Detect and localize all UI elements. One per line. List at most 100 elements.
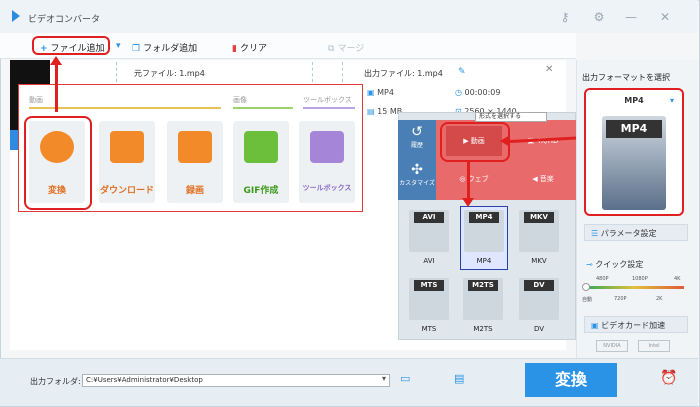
format-m2ts[interactable]: M2TS M2TS <box>460 278 506 336</box>
history-category[interactable]: ↺ 履歴 <box>398 124 436 149</box>
dv-tag: DV <box>524 280 554 291</box>
output-path-field[interactable]: C:¥Users¥Administrator¥Desktop <box>82 374 390 387</box>
app-title: ビデオコンバータ <box>28 15 101 25</box>
plus-icon: + <box>40 44 48 54</box>
custom-label: カスタマイズ <box>399 180 435 187</box>
m2ts-tag: M2TS <box>468 280 498 291</box>
mkv-label: MKV <box>531 257 547 265</box>
mts-tag: MTS <box>414 280 444 291</box>
convert-button[interactable]: 変換 <box>525 363 617 397</box>
output-format-selector[interactable]: MP4 ▾ MP4 <box>584 88 684 216</box>
add-folder-button[interactable]: ❐ フォルダ追加 <box>132 41 197 54</box>
toolbox-icon <box>310 131 344 163</box>
divider <box>116 62 117 82</box>
menu-header-video: 動画 <box>29 96 43 104</box>
format-value: MP4 <box>377 88 394 97</box>
header-underline <box>303 107 355 109</box>
intel-badge: Intel <box>638 340 670 352</box>
edit-icon[interactable]: ✎ <box>458 67 466 77</box>
selected-format-tag: MP4 <box>606 120 662 138</box>
download-tile[interactable]: ダウンロード <box>99 121 155 203</box>
mkv-tag: MKV <box>524 212 554 223</box>
source-file-name: 元ファイル: 1.mp4 <box>134 69 205 78</box>
music-type-label: 音楽 <box>539 175 554 183</box>
avi-label: AVI <box>423 257 435 265</box>
duration-value: 00:00:09 <box>464 88 501 97</box>
gpu-label: ビデオカード加速 <box>601 321 666 330</box>
output-file-name: 出力ファイル: 1.mp4 <box>364 69 443 78</box>
select-format-tooltip: 形式を選択する <box>475 112 547 122</box>
annotation-arrow <box>55 62 58 112</box>
parameter-settings-button[interactable]: ☰ パラメータ設定 <box>584 224 688 241</box>
clear-label: クリア <box>239 44 267 54</box>
record-tile-label: 録画 <box>185 186 204 196</box>
output-folder-label: 出力フォルダ: <box>30 377 81 386</box>
mp4-label: MP4 <box>476 257 492 265</box>
annotation-arrowhead <box>462 198 474 207</box>
quality-slider[interactable] <box>584 286 684 289</box>
settings-icon[interactable]: ⚙ <box>592 10 606 24</box>
annotation-box <box>24 116 92 210</box>
divider <box>342 62 343 82</box>
toolbox-tile[interactable]: ツールボックス <box>299 121 355 203</box>
annotation-arrowhead <box>500 135 510 147</box>
output-format-heading: 出力フォーマットを選択 <box>582 73 670 82</box>
dv-label: DV <box>533 325 545 333</box>
merge-label: マージ <box>337 44 365 54</box>
annotation-arrowhead <box>50 56 62 65</box>
tick-label: 480P <box>596 276 609 282</box>
format-dv[interactable]: DV DV <box>516 278 562 336</box>
format-mkv[interactable]: MKV MKV <box>516 210 562 268</box>
mts-label: MTS <box>421 325 437 333</box>
minimize-icon[interactable]: — <box>624 10 638 24</box>
chevron-down-icon[interactable]: ▾ <box>382 374 386 383</box>
format-avi[interactable]: AVI AVI <box>406 210 452 268</box>
close-icon[interactable]: ✕ <box>658 10 672 24</box>
mp4-large-icon: MP4 <box>602 116 666 210</box>
tick-label: 1080P <box>632 276 648 282</box>
gpu-acceleration[interactable]: ▣ ビデオカード加速 <box>584 316 688 333</box>
header-underline <box>233 107 293 109</box>
browse-folder-icon[interactable]: ▤ <box>454 372 464 385</box>
tick-label: 2K <box>656 296 663 302</box>
download-icon <box>110 131 144 163</box>
add-file-dropdown-icon[interactable]: ▾ <box>116 41 121 51</box>
menu-header-image: 画像 <box>233 96 247 104</box>
history-label: 履歴 <box>410 142 423 149</box>
alarm-clock-icon[interactable]: ⏰ <box>660 370 677 386</box>
tick-label: 自動 <box>582 297 593 303</box>
avi-tag: AVI <box>414 212 444 223</box>
open-folder-icon[interactable]: ▭ <box>400 372 410 385</box>
size-icon: ▤ <box>367 107 378 116</box>
app-logo-icon <box>12 10 20 22</box>
history-icon: ↺ <box>411 124 423 140</box>
m2ts-icon: M2TS <box>463 278 503 320</box>
web-type-button[interactable]: ◎ ウェブ <box>446 164 502 194</box>
remove-file-icon[interactable]: ✕ <box>545 64 553 75</box>
add-file-button[interactable]: + ファイル追加 <box>40 41 105 54</box>
slider-handle[interactable] <box>582 283 590 291</box>
m2ts-label: M2TS <box>473 325 493 333</box>
download-tile-label: ダウンロード <box>99 186 154 196</box>
clear-button[interactable]: ▮ クリア <box>232 41 267 54</box>
avi-icon: AVI <box>409 210 449 252</box>
output-size: ▤ 15 MB <box>367 107 402 116</box>
chevron-down-icon: ▾ <box>670 96 675 105</box>
menu-header-toolbox: ツールボックス <box>303 96 352 104</box>
annotation-arrow <box>467 162 470 200</box>
gif-tile[interactable]: GIF作成 <box>233 121 289 203</box>
divider <box>312 62 313 82</box>
clock-icon: ◷ <box>455 88 465 97</box>
custom-category[interactable]: ✣ カスタマイズ <box>398 162 436 187</box>
folder-icon: ❐ <box>132 44 141 54</box>
music-type-button[interactable]: ◀ 音楽 <box>512 164 574 194</box>
output-duration: ◷ 00:00:09 <box>455 88 500 97</box>
merge-icon: ⧉ <box>328 44 335 54</box>
format-mts[interactable]: MTS MTS <box>406 278 452 336</box>
tick-label: 720P <box>614 296 627 302</box>
merge-button[interactable]: ⧉ マージ <box>328 41 364 54</box>
format-mp4[interactable]: MP4 MP4 <box>460 206 508 270</box>
key-icon[interactable]: ⚷ <box>558 10 572 24</box>
add-folder-label: フォルダ追加 <box>143 44 198 54</box>
record-tile[interactable]: 録画 <box>167 121 223 203</box>
